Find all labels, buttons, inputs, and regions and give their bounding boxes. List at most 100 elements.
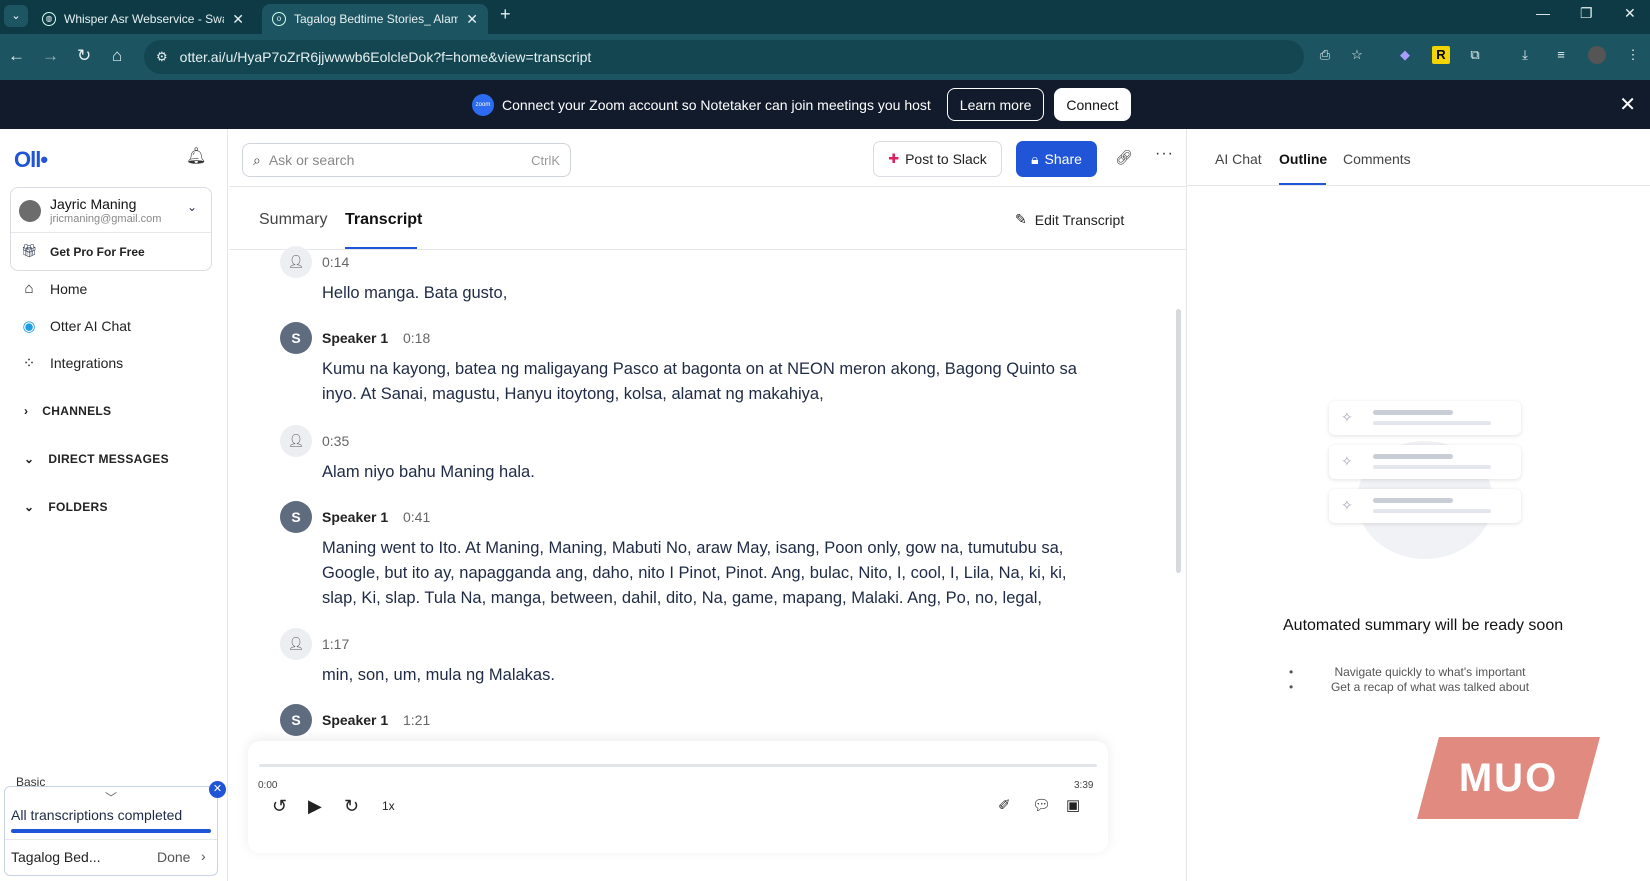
sparkle-icon: ✧ [1341,497,1353,513]
timestamp[interactable]: 0:35 [322,433,349,449]
search-input[interactable]: ⌕ Ask or search CtrlK [242,143,571,177]
forward-skip-icon[interactable]: ↻ [344,796,359,817]
speaker-avatar[interactable]: S [280,501,312,533]
playback-progress[interactable] [259,764,1097,767]
browser-menu-icon[interactable]: ⋮ [1624,46,1642,64]
close-icon[interactable]: ✕ [209,781,226,798]
site-info-icon[interactable]: ⚙ [156,49,168,65]
post-to-slack-button[interactable]: ✚ Post to Slack [873,141,1002,177]
chevron-right-icon[interactable]: › [201,848,206,864]
speaker-name[interactable]: Speaker 1 [322,509,388,525]
profile-avatar[interactable] [1588,46,1606,64]
media-control-icon[interactable]: ≡ [1552,46,1570,64]
bookmark-star-icon[interactable]: ☆ [1348,46,1366,64]
chevron-down-icon: ⌄ [24,452,35,466]
unknown-speaker-icon[interactable]: 👤︎ [280,628,312,660]
share-button[interactable]: 🔒︎ Share [1016,141,1097,177]
new-tab-icon[interactable]: + [500,4,511,25]
sidebar-item-home[interactable]: ⌂ Home [20,280,87,297]
speaker-avatar[interactable]: S [280,704,312,736]
timestamp[interactable]: 0:18 [403,330,430,346]
unknown-speaker-icon[interactable]: 👤︎ [280,246,312,278]
timestamp[interactable]: 1:17 [322,636,349,652]
timestamp[interactable]: 0:41 [403,509,430,525]
current-time: 0:00 [258,780,278,791]
more-options-icon[interactable]: ··· [1155,145,1174,163]
close-tab-icon[interactable]: ✕ [232,11,244,28]
transcript-text[interactable]: Kumu na kayong, batea ng maligayang Pasc… [322,357,1092,407]
screen: ⌄ ◍ Whisper Asr Webservice - Swag ✕ o Ta… [0,0,1650,881]
edit-transcript-button[interactable]: ✎ Edit Transcript [1015,211,1124,228]
back-icon[interactable]: ← [8,46,25,66]
pencil-icon: ✎ [1015,211,1027,227]
download-icon[interactable]: ⤓ [1516,46,1534,64]
close-tab-icon[interactable]: ✕ [466,11,478,28]
play-icon[interactable]: ▶ [308,796,322,817]
browser-tab-active[interactable]: o Tagalog Bedtime Stories_ Alamat ✕ [262,4,488,34]
otter-chat-icon: ◉ [22,318,36,335]
learn-more-button[interactable]: Learn more [946,88,1045,121]
bell-icon[interactable]: 🔔︎ [186,146,206,166]
toast-file-name[interactable]: Tagalog Bed... [11,849,101,865]
extension-r-icon[interactable]: R [1432,46,1450,64]
scrollbar[interactable] [1176,309,1181,573]
rewind-icon[interactable]: ↺ [272,796,287,817]
sidebar-item-integrations[interactable]: ⁘ Integrations [20,354,123,372]
timestamp[interactable]: 1:21 [403,712,430,728]
tab-ai-chat[interactable]: AI Chat [1215,151,1262,167]
close-window-icon[interactable]: ✕ [1624,5,1636,22]
image-icon[interactable]: ▣ [1066,796,1080,814]
banner-message: Connect your Zoom account so Notetaker c… [502,96,931,113]
extension-icon[interactable]: ◆ [1396,46,1414,64]
section-direct-messages[interactable]: ⌄ DIRECT MESSAGES [24,452,169,466]
playback-speed[interactable]: 1x [382,799,395,813]
home-browser-icon[interactable]: ⌂ [112,46,122,66]
sidebar-item-label: Integrations [50,355,124,371]
minimize-icon[interactable]: — [1536,5,1550,21]
divider [5,839,217,840]
account-name: Jayric Maning [50,196,137,212]
avatar [19,200,41,222]
tab-transcript[interactable]: Transcript [345,211,422,229]
placeholder-card: ✧ [1329,401,1521,435]
section-channels[interactable]: › CHANNELS [24,404,111,418]
transcript-text[interactable]: Maning went to Ito. At Maning, Maning, M… [322,536,1092,611]
highlight-icon[interactable]: ✐ [998,796,1011,814]
browser-tab[interactable]: ◍ Whisper Asr Webservice - Swag ✕ [32,4,254,34]
collapse-icon[interactable]: ﹀ [105,789,117,806]
connect-button[interactable]: Connect [1054,88,1131,121]
tab-search-icon[interactable]: ⌄ [4,5,28,27]
address-bar[interactable]: ⚙ otter.ai/u/HyaP7oZrR6jjwwwb6EolcleDok?… [144,40,1304,74]
tab-summary[interactable]: Summary [259,211,327,229]
close-banner-icon[interactable]: ✕ [1619,92,1636,117]
section-folders[interactable]: ⌄ FOLDERS [24,500,108,514]
timestamp[interactable]: 0:14 [322,254,349,270]
divider [229,249,1186,250]
reload-icon[interactable]: ↻ [77,46,91,66]
transcript-text[interactable]: Alam niyo bahu Maning hala. [322,460,1092,485]
speaker-name[interactable]: Speaker 1 [322,712,388,728]
otter-favicon-icon: o [272,12,286,26]
speaker-avatar[interactable]: S [280,322,312,354]
restore-icon[interactable]: ❐ [1580,5,1593,22]
chevron-down-icon[interactable]: ⌄ [187,200,197,214]
sidebar-item-otter-ai-chat[interactable]: ◉ Otter AI Chat [20,317,130,335]
forward-icon[interactable]: → [42,46,59,66]
progress-bar [11,829,211,833]
unknown-speaker-icon[interactable]: 👤︎ [280,425,312,457]
account-card[interactable]: Jayric Maning jricmaning@gmail.com ⌄ 🎁︎ … [10,187,212,271]
home-icon: ⌂ [24,280,34,297]
audio-player: 0:00 3:39 ↺ ▶ ↻ 1x ✐ 💬︎ ▣ [248,741,1108,853]
extensions-puzzle-icon[interactable]: ⧉ [1466,46,1484,64]
duration: 3:39 [1074,780,1094,791]
install-app-icon[interactable]: ⎙ [1316,46,1334,64]
copy-link-icon[interactable]: 🔗︎ [1115,149,1133,166]
tab-comments[interactable]: Comments [1343,151,1411,167]
otter-logo[interactable]: Oll• [14,147,48,173]
get-pro-link[interactable]: Get Pro For Free [50,245,145,259]
transcript-text[interactable]: Hello manga. Bata gusto, [322,281,1092,306]
speaker-name[interactable]: Speaker 1 [322,330,388,346]
transcript-text[interactable]: min, son, um, mula ng Malakas. [322,663,1092,688]
tab-outline[interactable]: Outline [1279,151,1327,167]
comment-icon[interactable]: 💬︎ [1032,796,1051,814]
